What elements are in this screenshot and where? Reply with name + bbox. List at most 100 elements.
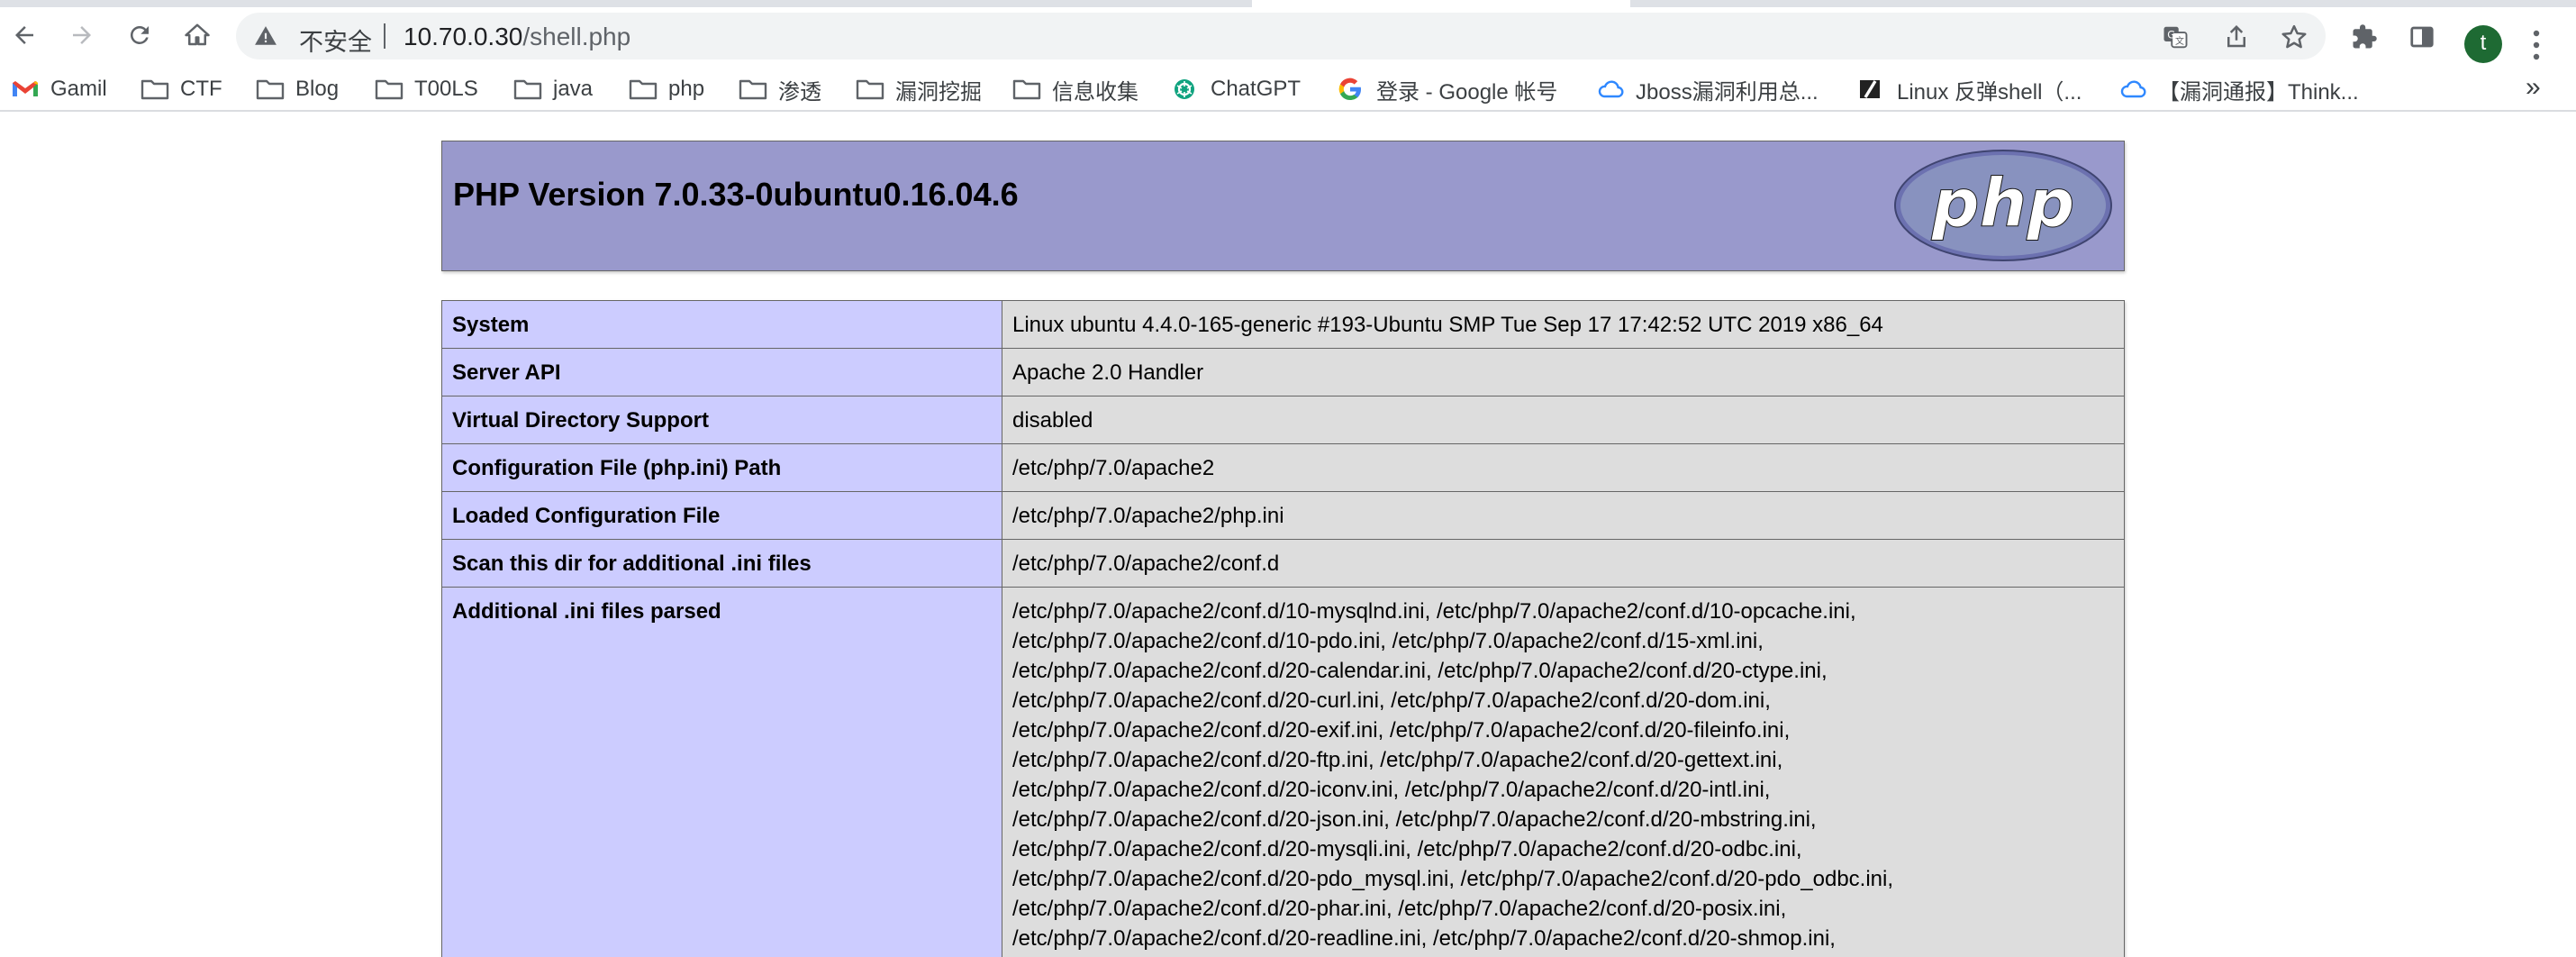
share-icon[interactable] bbox=[2223, 23, 2250, 50]
table-row: Additional .ini files parsed /etc/php/7.… bbox=[441, 587, 2125, 957]
phpinfo-container: PHP Version 7.0.33-0ubuntu0.16.04.6 php … bbox=[441, 141, 2125, 957]
menu-kebab-icon[interactable] bbox=[2533, 29, 2540, 61]
bookmark-folder-vuln-mining[interactable]: 漏洞挖掘 bbox=[856, 74, 982, 105]
bookmark-folder-ctf[interactable]: CTF bbox=[141, 74, 222, 105]
ini-file-line: /etc/php/7.0/apache2/conf.d/20-json.ini,… bbox=[1012, 807, 1817, 832]
bookmark-jboss[interactable]: Jboss漏洞利用总... bbox=[1596, 74, 1819, 105]
extensions-icon[interactable] bbox=[2351, 23, 2378, 50]
bookmark-label: 登录 - Google 帐号 bbox=[1376, 79, 1558, 105]
translate-icon[interactable]: G文 bbox=[2162, 23, 2189, 50]
ini-file-line: /etc/php/7.0/apache2/conf.d/20-mysqli.in… bbox=[1012, 837, 1802, 861]
url-text[interactable]: 10.70.0.30/shell.php bbox=[404, 23, 630, 51]
row-value: disabled bbox=[1002, 396, 2125, 444]
bookmark-linux-shell[interactable]: Linux 反弹shell（... bbox=[1857, 74, 2082, 105]
bookmark-label: 【漏洞通报】Think... bbox=[2158, 79, 2359, 105]
folder-icon bbox=[629, 79, 658, 100]
row-key: Server API bbox=[441, 348, 1002, 396]
folder-icon bbox=[256, 79, 285, 100]
table-row: Configuration File (php.ini) Path /etc/p… bbox=[441, 443, 2125, 492]
folder-icon bbox=[513, 79, 542, 100]
ini-file-line: /etc/php/7.0/apache2/conf.d/20-exif.ini,… bbox=[1012, 718, 1791, 743]
cloud-icon bbox=[1598, 80, 1624, 98]
gmail-icon bbox=[13, 81, 38, 96]
bookmark-gamil[interactable]: Gamil bbox=[11, 74, 107, 105]
security-label[interactable]: 不安全 bbox=[299, 23, 372, 58]
url-separator bbox=[384, 23, 385, 49]
back-arrow-icon bbox=[15, 26, 33, 44]
reload-button[interactable] bbox=[124, 20, 155, 50]
bookmark-label: 信息收集 bbox=[1052, 79, 1138, 105]
address-bar[interactable]: 不安全 10.70.0.30/shell.php G文 bbox=[236, 13, 2326, 59]
bookmark-vuln-notice[interactable]: 【漏洞通报】Think... bbox=[2118, 74, 2359, 105]
table-row: Virtual Directory Support disabled bbox=[441, 396, 2125, 444]
slash-icon bbox=[1860, 80, 1880, 98]
url-host: 10.70.0.30 bbox=[404, 23, 523, 50]
profile-avatar[interactable]: t bbox=[2464, 25, 2502, 63]
folder-icon bbox=[739, 79, 767, 100]
folder-icon bbox=[856, 79, 884, 100]
ini-file-line: /etc/php/7.0/apache2/conf.d/20-ftp.ini, … bbox=[1012, 748, 1783, 772]
bookmark-label: Linux 反弹shell（... bbox=[1897, 79, 2082, 105]
url-path: /shell.php bbox=[522, 23, 631, 50]
php-logo-icon[interactable]: php bbox=[1893, 149, 2113, 262]
side-panel-icon[interactable] bbox=[2408, 23, 2435, 50]
row-key: Virtual Directory Support bbox=[441, 396, 1002, 444]
tab-strip bbox=[0, 0, 2576, 7]
row-value: Linux ubuntu 4.4.0-165-generic #193-Ubun… bbox=[1002, 300, 2125, 349]
reload-icon bbox=[130, 25, 149, 44]
bookmark-label: java bbox=[553, 77, 594, 101]
table-row: Scan this dir for additional .ini files … bbox=[441, 539, 2125, 588]
bookmark-google-login[interactable]: 登录 - Google 帐号 bbox=[1337, 74, 1557, 105]
row-value: /etc/php/7.0/apache2 bbox=[1002, 443, 2125, 492]
bookmark-chatgpt[interactable]: ChatGPT bbox=[1171, 74, 1301, 105]
warning-icon[interactable] bbox=[254, 24, 277, 48]
active-tab[interactable] bbox=[1252, 0, 1630, 7]
bookmark-label: 漏洞挖掘 bbox=[895, 79, 982, 105]
cloud-icon bbox=[2120, 80, 2146, 98]
ini-file-line: /etc/php/7.0/apache2/conf.d/20-calendar.… bbox=[1012, 659, 1828, 683]
row-key: System bbox=[441, 300, 1002, 349]
folder-icon bbox=[1012, 79, 1041, 100]
chatgpt-icon bbox=[1175, 79, 1194, 99]
home-icon bbox=[185, 23, 210, 46]
page-title: PHP Version 7.0.33-0ubuntu0.16.04.6 bbox=[453, 176, 1019, 213]
bookmark-label: php bbox=[668, 77, 705, 101]
row-value: Apache 2.0 Handler bbox=[1002, 348, 2125, 396]
bookmark-label: T00LS bbox=[414, 77, 478, 101]
ini-file-line: /etc/php/7.0/apache2/conf.d/20-iconv.ini… bbox=[1012, 778, 1771, 802]
bookmark-label: Jboss漏洞利用总... bbox=[1636, 79, 1819, 105]
forward-arrow-icon bbox=[73, 26, 91, 44]
bookmark-label: ChatGPT bbox=[1211, 77, 1302, 101]
table-row: System Linux ubuntu 4.4.0-165-generic #1… bbox=[441, 300, 2125, 349]
row-value-ini-files: /etc/php/7.0/apache2/conf.d/10-mysqlnd.i… bbox=[1002, 587, 2125, 957]
table-row: Loaded Configuration File /etc/php/7.0/a… bbox=[441, 491, 2125, 540]
bookmark-folder-pentest[interactable]: 渗透 bbox=[739, 74, 821, 105]
row-key: Additional .ini files parsed bbox=[441, 587, 1002, 957]
bookmark-folder-blog[interactable]: Blog bbox=[256, 74, 339, 105]
table-row: Server API Apache 2.0 Handler bbox=[441, 348, 2125, 396]
ini-file-line: /etc/php/7.0/apache2/conf.d/20-phar.ini,… bbox=[1012, 897, 1787, 921]
row-key: Loaded Configuration File bbox=[441, 491, 1002, 540]
ini-file-line: /etc/php/7.0/apache2/conf.d/20-readline.… bbox=[1012, 926, 1836, 951]
ini-file-line: /etc/php/7.0/apache2/conf.d/20-pdo_mysql… bbox=[1012, 867, 1894, 891]
bookmark-folder-java[interactable]: java bbox=[513, 74, 593, 105]
bookmark-label: 渗透 bbox=[778, 79, 821, 105]
php-logo-text: php bbox=[1931, 165, 2075, 242]
row-key: Scan this dir for additional .ini files bbox=[441, 539, 1002, 588]
home-button[interactable] bbox=[182, 20, 213, 50]
bookmark-folder-t00ls[interactable]: T00LS bbox=[375, 74, 478, 105]
svg-text:文: 文 bbox=[2175, 35, 2184, 47]
forward-button[interactable] bbox=[67, 20, 97, 50]
back-button[interactable] bbox=[9, 20, 40, 50]
row-value: /etc/php/7.0/apache2/php.ini bbox=[1002, 491, 2125, 540]
bookmark-star-icon[interactable] bbox=[2281, 23, 2308, 50]
bookmark-label: Blog bbox=[295, 77, 340, 101]
more-bookmarks-chevron-icon[interactable]: » bbox=[2526, 72, 2541, 103]
google-icon bbox=[1338, 77, 1361, 101]
row-key: Configuration File (php.ini) Path bbox=[441, 443, 1002, 492]
folder-icon bbox=[141, 79, 169, 100]
bookmark-folder-info-gathering[interactable]: 信息收集 bbox=[1012, 74, 1138, 105]
bookmark-folder-php[interactable]: php bbox=[629, 74, 704, 105]
row-value: /etc/php/7.0/apache2/conf.d bbox=[1002, 539, 2125, 588]
ini-file-line: /etc/php/7.0/apache2/conf.d/10-mysqlnd.i… bbox=[1012, 599, 1856, 624]
